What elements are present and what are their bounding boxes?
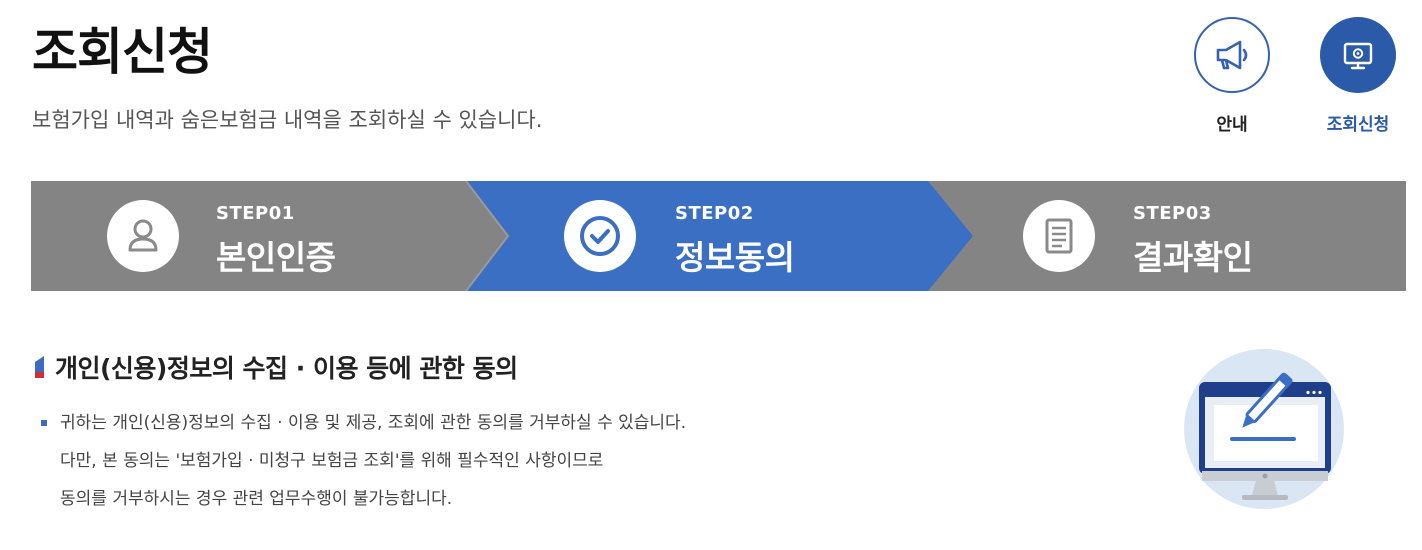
step2-number: STEP02: [675, 203, 754, 224]
notice-text-1: 귀하는 개인(신용)정보의 수집 · 이용 및 제공, 조회에 관한 동의를 거…: [60, 413, 687, 433]
guide-circle: [1194, 17, 1270, 93]
step2-icon-circle: [564, 200, 636, 272]
person-icon: [128, 219, 158, 252]
notice-line-2: 다만, 본 동의는 '보험가입 · 미청구 보험금 조회'를 위해 필수적인 사…: [38, 442, 686, 480]
consent-notice-list: 귀하는 개인(신용)정보의 수집 · 이용 및 제공, 조회에 관한 동의를 거…: [38, 404, 686, 518]
notice-line-1: 귀하는 개인(신용)정보의 수집 · 이용 및 제공, 조회에 관한 동의를 거…: [38, 404, 686, 442]
notice-text-3: 동의를 거부하시는 경우 관련 업무수행이 불가능합니다.: [60, 489, 453, 509]
step3-icon-circle: [1023, 200, 1095, 272]
step-identity-verification: STEP01 본인인증: [31, 181, 471, 291]
step-result-check: STEP03 결과확인: [971, 181, 1406, 291]
notice-text-2: 다만, 본 동의는 '보험가입 · 미청구 보험금 조회'를 위해 필수적인 사…: [60, 451, 604, 471]
monitor-pen-illustration: [1184, 349, 1344, 509]
check-circle-icon: [580, 216, 620, 256]
document-icon: [1045, 218, 1073, 254]
step1-name: 본인인증: [216, 238, 336, 277]
step3-name: 결과확인: [1133, 238, 1253, 277]
step1-icon-circle: [107, 200, 179, 272]
title-mark-icon: [35, 356, 44, 378]
page-subtitle: 보험가입 내역과 숨은보험금 내역을 조회하실 수 있습니다.: [32, 108, 543, 132]
guide-button[interactable]: 안내: [1192, 17, 1272, 135]
inquiry-request-button[interactable]: 조회신청: [1318, 17, 1398, 135]
inquiry-label: 조회신청: [1326, 115, 1390, 135]
bullet-icon: [41, 420, 47, 426]
section-title-text: 개인(신용)정보의 수집 · 이용 등에 관한 동의: [55, 354, 518, 383]
inquiry-circle: [1320, 17, 1396, 93]
step-info-consent: STEP02 정보동의: [471, 181, 971, 291]
step2-name: 정보동의: [675, 238, 795, 277]
step1-number: STEP01: [216, 203, 295, 224]
megaphone-icon: [1216, 40, 1248, 70]
page-title: 조회신청: [32, 23, 213, 81]
notice-line-3: 동의를 거부하시는 경우 관련 업무수행이 불가능합니다.: [38, 480, 686, 518]
section-title: 개인(신용)정보의 수집 · 이용 등에 관한 동의: [33, 349, 518, 385]
monitor-search-icon: [1343, 42, 1373, 70]
step-progress-bar: STEP01 본인인증 STEP02 정보동의 STEP03 결과확인: [31, 181, 1406, 291]
step3-number: STEP03: [1133, 203, 1212, 224]
guide-label: 안내: [1216, 115, 1248, 135]
